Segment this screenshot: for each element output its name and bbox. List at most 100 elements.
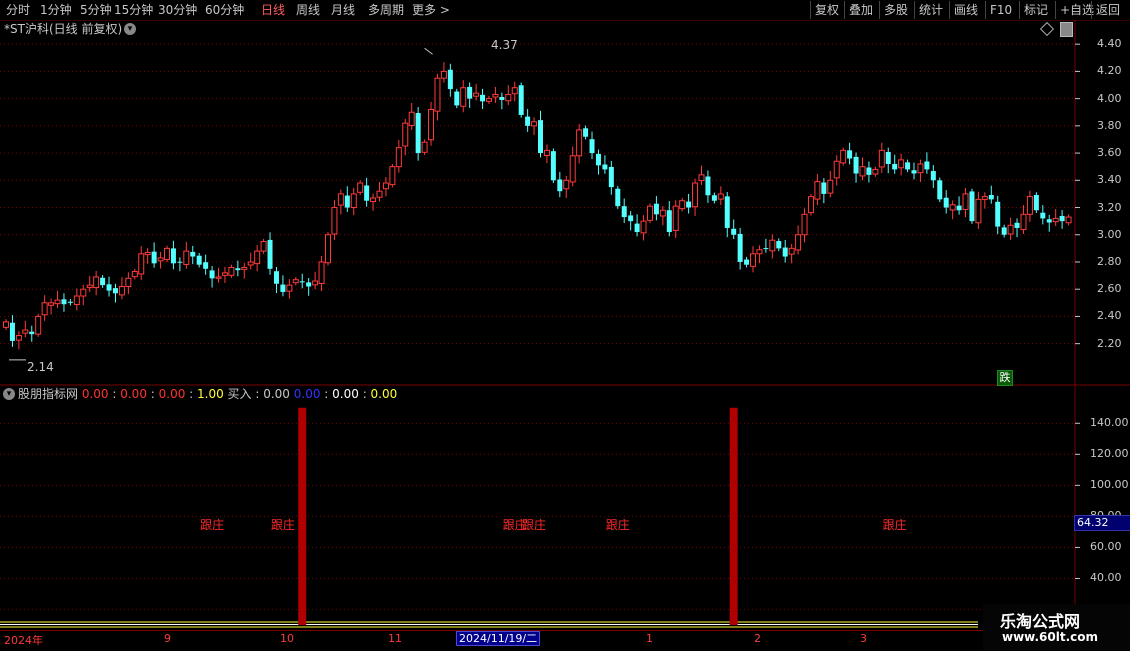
candle-body-down (686, 201, 692, 208)
chevron-down-icon[interactable]: ▾ (124, 23, 136, 35)
price-tick-label: 2.40 (1097, 309, 1122, 323)
indicator-value-4: 0.00 (158, 387, 186, 401)
candle-body-down (267, 239, 273, 269)
candle-body-up (286, 284, 293, 292)
candle-body-down (583, 128, 589, 137)
candle-body-up (1007, 224, 1014, 235)
candle-body-up (492, 94, 499, 98)
candle-body-down (866, 167, 872, 175)
candle-body-up (421, 141, 428, 153)
candle-body-up (22, 329, 29, 334)
candle-body-up (241, 266, 248, 270)
signal-bar (298, 407, 307, 625)
candle-body-up (807, 196, 814, 214)
indicator-value-7: 买入 : 0.00 (223, 387, 294, 401)
candle-body-up (563, 179, 570, 190)
candle-body-up (324, 234, 331, 264)
fall-flag: 跌 (997, 370, 1013, 386)
candle-body-down (1059, 215, 1065, 222)
candle-body-up (543, 149, 550, 157)
candle-body-up (975, 198, 982, 224)
candle-body-up (756, 249, 763, 255)
candle-body-up (408, 111, 415, 127)
candle-body-up (247, 261, 254, 266)
candle-body-up (163, 247, 170, 261)
time-tick-label: 2024年 (4, 634, 43, 647)
time-tick-label: 2 (754, 632, 761, 645)
candle-body-up (840, 149, 847, 164)
price-tick-label: 3.40 (1097, 173, 1122, 187)
indicator-value-5: : (185, 387, 198, 401)
chevron-down-icon[interactable]: ▾ (3, 388, 15, 400)
candle-body-down (170, 248, 176, 264)
indicator-value-1: : (108, 387, 121, 401)
zhuang-marker: 跟庄 (270, 518, 295, 532)
candle-body-up (93, 276, 100, 289)
candle-body-up (41, 302, 48, 316)
candle-body-up (872, 168, 879, 175)
candle-body-down (615, 188, 621, 207)
candle-body-down (744, 259, 750, 265)
indicator-value-0: 0.00 (81, 387, 109, 401)
candle-body-up (769, 239, 776, 252)
watermark-title: 乐淘公式网 (1000, 612, 1081, 631)
price-tick-label: 4.40 (1097, 37, 1122, 51)
candle-body-down (589, 139, 595, 154)
candle-body-down (480, 94, 486, 102)
signal-bar (729, 407, 738, 625)
candle-body-up (962, 193, 969, 210)
candle-body-down (306, 282, 312, 287)
scroll-handle[interactable] (1060, 22, 1073, 37)
candle-body-up (131, 271, 138, 278)
zhuang-marker: 跟庄 (522, 518, 547, 532)
candle-body-up (833, 160, 840, 179)
candle-body-down (467, 86, 473, 99)
candle-body-up (473, 92, 480, 97)
candle-body-down (67, 301, 73, 303)
indicator-value-6: 1.00 (197, 387, 224, 401)
candle-body-up (157, 257, 164, 262)
current-value-badge: 64.32 (1074, 515, 1130, 531)
indicator-value-10: 0.00 (332, 387, 359, 401)
candle-body-up (228, 266, 235, 276)
candle-body-up (350, 193, 357, 209)
candle-body-down (9, 322, 15, 341)
candle-body-up (640, 220, 647, 234)
candle-body-up (569, 155, 576, 183)
time-tick-label: 9 (164, 632, 171, 645)
candle-body-down (892, 163, 898, 170)
candle-body-up (35, 315, 42, 335)
candle-body-down (653, 203, 659, 215)
candle-body-up (814, 181, 821, 200)
candle-body-up (511, 87, 518, 95)
candle-body-down (1046, 219, 1052, 223)
candle-body-down (1033, 195, 1039, 211)
indicator-tick-label: 60.00 (1090, 540, 1122, 554)
candle-body-down (525, 116, 531, 126)
chart-canvas (0, 20, 1130, 636)
candle-body-up (357, 182, 364, 193)
candle-body-up (531, 121, 538, 127)
candle-body-down (821, 182, 827, 194)
candle-body-up (215, 276, 222, 279)
candle-body-down (280, 284, 286, 292)
min-price-label: 2.14 (27, 360, 54, 374)
candle-body-down (550, 151, 556, 181)
candle-body-down (731, 228, 737, 235)
time-tick-label: 11 (388, 632, 402, 645)
price-tick-label: 2.20 (1097, 336, 1122, 350)
candle-body-down (415, 113, 421, 154)
candle-body-down (995, 201, 1001, 227)
candle-body-down (106, 284, 112, 291)
candle-body-up (1026, 196, 1033, 215)
candle-body-down (499, 96, 505, 100)
candle-body-down (190, 251, 196, 257)
candle-body-down (538, 120, 543, 154)
indicator-tick-label: 140.00 (1090, 416, 1129, 430)
indicator-value-8: 0.00 (293, 387, 321, 401)
zhuang-marker: 跟庄 (200, 518, 225, 532)
indicator-value-11: : (358, 387, 371, 401)
candle-body-up (505, 94, 512, 102)
candle-body-up (917, 163, 924, 174)
candle-body-up (80, 288, 87, 297)
